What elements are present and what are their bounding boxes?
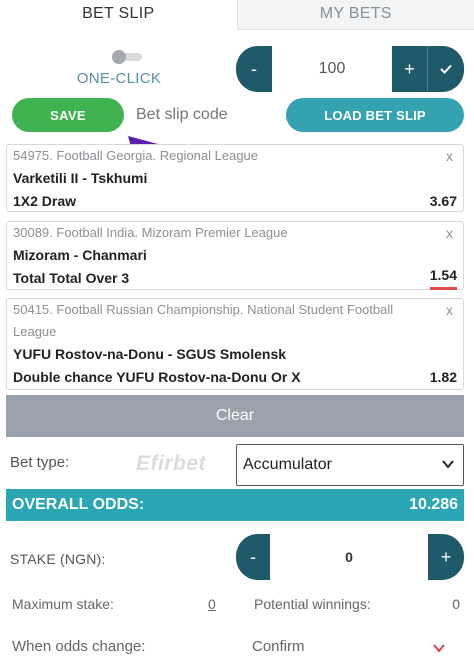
one-click-amount-stepper: - 100 + (236, 46, 464, 92)
bet-match: YUFU Rostov-na-Donu - SGUS Smolensk (13, 346, 287, 362)
check-icon[interactable] (428, 46, 464, 92)
overall-odds-value: 10.286 (409, 496, 458, 513)
overall-odds-label: OVERALL ODDS: (12, 496, 145, 513)
stake-stepper: - 0 + (236, 534, 464, 580)
remove-bet-icon[interactable]: x (446, 148, 453, 164)
potential-winnings-label: Potential winnings: (254, 596, 371, 612)
remove-bet-icon[interactable]: x (446, 302, 453, 318)
limits-row: Maximum stake: 0 Potential winnings: 0 (12, 594, 462, 616)
bet-market: 1X2 Draw (13, 193, 77, 209)
one-click-label: ONE-CLICK (76, 70, 162, 87)
tab-my-bets[interactable]: MY BETS (236, 0, 474, 30)
bet-type-select[interactable]: Accumulator (236, 444, 464, 486)
overall-odds-bar: OVERALL ODDS: 10.286 (6, 489, 464, 521)
clear-button[interactable]: Clear (6, 395, 464, 437)
save-button[interactable]: SAVE (12, 98, 124, 132)
load-bet-slip-button[interactable]: LOAD BET SLIP (286, 98, 464, 132)
bet-type-value: Accumulator (243, 456, 332, 473)
bet-odds: 1.54 (429, 266, 457, 290)
bet-match: Mizoram - Chanmari (13, 247, 147, 263)
potential-winnings-value: 0 (452, 596, 460, 612)
bet-slip-tabs: BET SLIP MY BETS (0, 0, 474, 30)
bet-slip-code-input[interactable] (130, 98, 282, 132)
stake-row: STAKE (NGN): - 0 + (10, 534, 464, 580)
chevron-down-icon (442, 460, 454, 469)
watermark-logo: Efirbet (136, 452, 207, 475)
increase-stake-button[interactable]: + (428, 534, 464, 580)
odds-change-row[interactable]: When odds change: Confirm (12, 636, 462, 658)
maximum-stake-label: Maximum stake: (12, 596, 114, 612)
odds-change-value[interactable]: Confirm (252, 638, 305, 655)
decrease-stake-button[interactable]: - (236, 534, 270, 580)
maximum-stake-value[interactable]: 0 (208, 596, 216, 612)
bet-odds: 3.67 (429, 193, 457, 209)
bet-league: 50415. Football Russian Championship. Na… (13, 302, 394, 339)
stake-input[interactable]: 0 (270, 534, 428, 580)
bet-item: 50415. Football Russian Championship. Na… (6, 298, 464, 390)
bet-league: 30089. Football India. Mizoram Premier L… (13, 225, 288, 240)
bet-type-label: Bet type: (10, 454, 70, 471)
decrease-button[interactable]: - (236, 46, 272, 92)
bet-odds: 1.82 (429, 369, 457, 385)
one-click-amount-value[interactable]: 100 (272, 46, 392, 92)
increase-button[interactable]: + (392, 46, 428, 92)
remove-bet-icon[interactable]: x (446, 225, 453, 241)
bet-type-row: Bet type: Efirbet Accumulator (10, 444, 464, 486)
stake-label: STAKE (NGN): (10, 551, 106, 567)
bet-item: 54975. Football Georgia. Regional League… (6, 144, 464, 212)
odds-change-label: When odds change: (12, 638, 146, 655)
bet-market: Total Total Over 3 (13, 270, 130, 286)
tab-bet-slip[interactable]: BET SLIP (0, 0, 237, 30)
bet-match: Varketili II - Tskhumi (13, 170, 148, 186)
bet-item: 30089. Football India. Mizoram Premier L… (6, 221, 464, 290)
bet-market: Double chance YUFU Rostov-na-Donu Or X (13, 369, 301, 385)
bet-league: 54975. Football Georgia. Regional League (13, 148, 259, 163)
one-click-toggle[interactable] (110, 50, 144, 64)
one-click-control: ONE-CLICK (6, 44, 232, 90)
bet-slip-code-row: SAVE LOAD BET SLIP (6, 96, 464, 136)
chevron-down-icon[interactable] (432, 642, 446, 654)
